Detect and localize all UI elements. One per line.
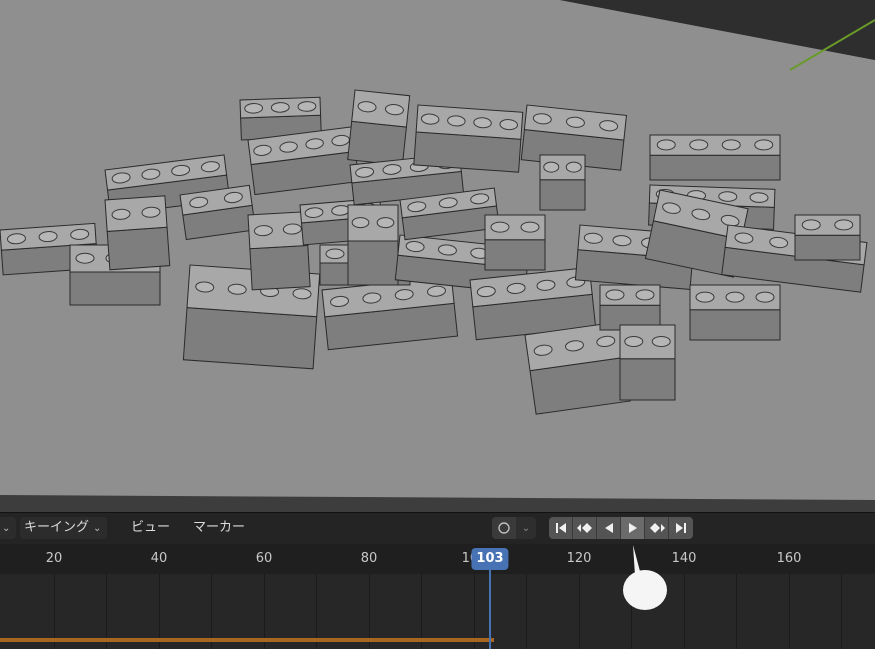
chevron-down-icon: ⌄: [93, 523, 102, 534]
lego-brick: [413, 104, 524, 173]
frame-tick: 40: [150, 551, 168, 566]
chevron-down-icon: ⌄: [2, 523, 11, 534]
lego-brick: [649, 134, 781, 181]
lego-brick: [794, 214, 861, 261]
play-icon[interactable]: [621, 517, 645, 539]
frame-tick: 100: [461, 551, 487, 566]
lego-brick: [321, 275, 459, 351]
keying-menu[interactable]: キーイング ⌄: [20, 517, 108, 539]
view-menu[interactable]: ビュー: [131, 517, 170, 539]
jump-to-start-icon[interactable]: [549, 517, 573, 539]
lego-brick: [619, 324, 676, 401]
frame-tick: 20: [45, 551, 63, 566]
frame-tick: 60: [255, 551, 273, 566]
marker-menu[interactable]: マーカー: [193, 517, 245, 539]
jump-to-prev-keyframe-icon[interactable]: [573, 517, 597, 539]
playhead-line[interactable]: [489, 561, 491, 649]
lego-brick: [347, 204, 399, 286]
cursor-indicator: [623, 570, 667, 610]
auto-keying-toggle[interactable]: ⌄: [492, 517, 536, 539]
lego-brick: [104, 195, 171, 271]
lego-brick: [347, 89, 411, 166]
lego-brick: [599, 284, 661, 331]
3d-viewport[interactable]: [0, 0, 875, 512]
frame-tick: 80: [360, 551, 378, 566]
frame-ruler[interactable]: 20 40 60 80 100 120 140 160: [0, 544, 875, 574]
frame-tick: 140: [671, 551, 697, 566]
playback-controls: [549, 517, 693, 539]
frame-range-bar: [0, 638, 494, 642]
lego-brick: [247, 211, 311, 291]
lego-brick: [539, 154, 586, 211]
timeline-header: ⌄ キーイング ⌄ ビュー マーカー ⌄: [0, 512, 875, 544]
lego-brick: [524, 321, 631, 415]
editor-menu-dropdown[interactable]: ⌄: [0, 517, 17, 539]
keying-label: キーイング: [24, 520, 90, 535]
frame-tick: 120: [566, 551, 592, 566]
lego-brick: [484, 214, 546, 271]
frame-tick: 160: [776, 551, 802, 566]
record-circle-icon[interactable]: [492, 517, 516, 539]
jump-to-next-keyframe-icon[interactable]: [645, 517, 669, 539]
scene-render: [0, 0, 875, 500]
play-reverse-icon[interactable]: [597, 517, 621, 539]
lego-brick: [179, 184, 257, 241]
lego-brick: [689, 284, 781, 341]
jump-to-end-icon[interactable]: [669, 517, 693, 539]
chevron-down-icon[interactable]: ⌄: [516, 517, 536, 539]
